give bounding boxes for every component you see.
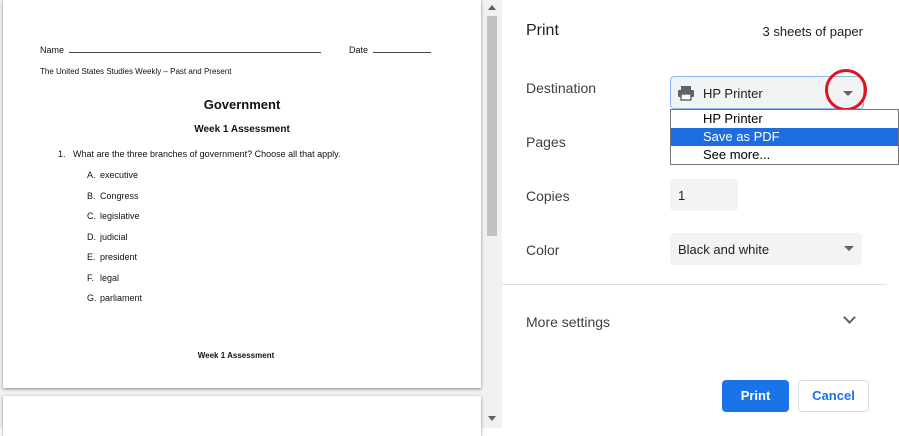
scroll-up-arrow-icon[interactable] (488, 5, 496, 10)
destination-dropdown-list[interactable]: HP Printer Save as PDF See more... (670, 109, 899, 165)
date-field-line: Date (349, 44, 431, 55)
option-letter: B. (87, 191, 96, 201)
more-settings-toggle[interactable]: More settings (526, 314, 610, 330)
scroll-down-arrow-icon[interactable] (488, 416, 496, 421)
date-underline (372, 44, 431, 53)
option-letter: A. (87, 170, 96, 180)
doc-subtitle: Week 1 Assessment (194, 124, 290, 135)
cancel-button[interactable]: Cancel (798, 380, 869, 412)
name-label: Name (40, 45, 65, 55)
option-text: legislative (100, 211, 140, 221)
print-button[interactable]: Print (722, 380, 789, 412)
name-field-line: Name (40, 44, 321, 55)
option-text: parliament (100, 293, 143, 303)
preview-scrollbar[interactable] (485, 0, 499, 428)
header-line: The United States Studies Weekly – Past … (40, 67, 232, 76)
section-divider (502, 284, 887, 285)
question-text: What are the three branches of governmen… (73, 149, 341, 159)
copies-label: Copies (526, 188, 570, 204)
copies-value: 1 (678, 188, 686, 203)
destination-label: Destination (526, 80, 597, 96)
doc-footer: Week 1 Assessment (197, 351, 275, 360)
option-text: president (100, 252, 138, 262)
pages-label: Pages (526, 134, 566, 150)
name-underline (68, 44, 321, 53)
option-letter: E. (87, 252, 96, 262)
highlight-circle (825, 69, 867, 111)
option-text: executive (100, 170, 139, 180)
sheet-count: 3 sheets of paper (762, 24, 863, 39)
option-letter: F. (87, 273, 95, 283)
option-letter: G. (87, 293, 97, 303)
preview-page: Name Date The United States Studies Week… (3, 0, 481, 388)
destination-option-selected[interactable]: Save as PDF (671, 128, 898, 146)
option-text: legal (100, 273, 120, 283)
chevron-down-icon[interactable] (843, 311, 856, 324)
color-label: Color (526, 242, 560, 258)
color-value: Black and white (678, 242, 770, 257)
print-settings-panel: Print 3 sheets of paper Destination HP P… (502, 0, 899, 428)
chevron-down-icon (844, 246, 854, 251)
dialog-title: Print (526, 22, 559, 39)
preview-page-next (3, 396, 481, 436)
scroll-thumb[interactable] (487, 16, 497, 236)
date-label: Date (349, 45, 369, 55)
destination-option[interactable]: See more... (671, 146, 898, 164)
print-preview-pane: Name Date The United States Studies Week… (0, 0, 502, 436)
option-letter: D. (87, 232, 96, 242)
copies-input[interactable]: 1 (670, 179, 738, 211)
question-number: 1. (58, 149, 66, 159)
printer-icon (678, 86, 694, 101)
option-text: Congress (100, 191, 139, 201)
destination-option[interactable]: HP Printer (671, 110, 898, 128)
color-select[interactable]: Black and white (670, 233, 862, 265)
option-text: judicial (100, 232, 128, 242)
option-letter: C. (87, 211, 96, 221)
doc-title: Government (203, 97, 281, 112)
destination-value: HP Printer (703, 86, 763, 101)
